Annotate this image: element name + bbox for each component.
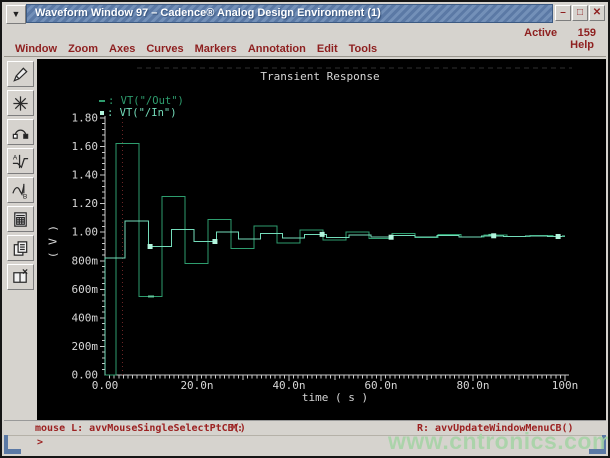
window-title: Waveform Window 97 – Cadence® Analog Des… [27,5,552,22]
series-in[interactable] [105,221,565,375]
prompt-label: > [37,437,43,448]
chevron-down-icon: ▼ [12,9,21,19]
trace-hop-button[interactable] [7,119,34,145]
marker-b-icon: B [11,181,30,200]
data-point-marker[interactable] [389,235,394,240]
title-bar-stripes[interactable]: Waveform Window 97 – Cadence® Analog Des… [26,4,553,23]
menu-item-help[interactable]: Help [570,39,594,51]
y-tick-label: 1.40 [72,169,99,182]
menu-item-markers[interactable]: Markers [195,43,237,55]
plot-title: Transient Response [37,70,603,83]
menu-item-zoom[interactable]: Zoom [68,43,98,55]
data-point-marker[interactable] [320,232,325,237]
minimize-button[interactable]: – [555,5,571,21]
legend-label: : VT("/In") [107,107,177,119]
copy-window-button[interactable] [7,235,34,261]
close-icon: ✕ [593,7,601,18]
left-toolbar: AB [4,58,37,421]
y-axis-label: ( V ) [47,214,60,270]
series-out[interactable] [105,144,565,375]
active-status-row: Active 159 [4,23,606,39]
vertical-marker-a-button[interactable]: A [7,148,34,174]
dash-marker-icon [99,100,105,102]
calculator-icon [11,210,30,229]
star-icon [11,94,30,113]
horizontal-marker-b-button[interactable]: B [7,177,34,203]
data-point-marker[interactable] [556,234,561,239]
subwindow-icon [11,268,30,287]
maximize-button[interactable]: □ [572,5,588,21]
y-tick-label: 1.60 [72,140,99,153]
waveform-window: ▼ Waveform Window 97 – Cadence® Analog D… [0,0,610,458]
split-window-button[interactable] [7,264,34,290]
y-tick-label: 1.00 [72,226,99,239]
menu-item-window[interactable]: Window [15,43,57,55]
menu-item-annotation[interactable]: Annotation [248,43,306,55]
probe-pen-button[interactable] [7,61,34,87]
pen-icon [11,65,30,84]
menu-item-curves[interactable]: Curves [146,43,183,55]
plot-area[interactable]: 0.00200m400m600m800m1.001.201.401.601.80… [37,59,606,421]
data-point-marker[interactable] [212,239,217,244]
calculator-button[interactable] [7,206,34,232]
status-mouse-left: mouse L: avvMouseSingleSelectPtCB() [35,423,246,434]
copy-icon [11,239,30,258]
status-mouse-middle: M: [231,423,243,434]
y-tick-label: 400m [72,311,99,324]
menu-item-tools[interactable]: Tools [349,43,378,55]
svg-text:A: A [13,154,18,161]
maximize-icon: □ [577,7,583,18]
y-tick-label: 1.80 [72,111,99,124]
data-point-marker[interactable] [148,244,153,249]
watermark: www.cntronics.com [388,428,610,455]
active-label: Active [524,27,557,39]
data-point-marker[interactable] [148,295,154,297]
y-tick-label: 800m [72,254,99,267]
arc-markers-icon [11,123,30,142]
menu-item-axes[interactable]: Axes [109,43,135,55]
legend-entry-in: : VT("/In") [99,108,184,120]
y-tick-label: 200m [72,340,99,353]
main-area: AB 0.00200m400m600m800m1.001.201.401.601… [4,56,606,421]
y-tick-label: 1.20 [72,197,99,210]
data-point-marker[interactable] [491,233,496,238]
svg-text:B: B [23,193,28,199]
minimize-icon: – [560,7,566,18]
window-menu-button[interactable]: ▼ [6,5,26,24]
menu-items: Window Zoom Axes Curves Markers Annotation Edi… [4,39,377,56]
zoom-star-button[interactable] [7,90,34,116]
window-controls: – □ ✕ [554,4,606,23]
square-marker-icon [100,111,104,115]
resize-corner-left[interactable] [4,435,21,454]
title-bar[interactable]: ▼ Waveform Window 97 – Cadence® Analog D… [4,4,606,23]
menu-bar: Window Zoom Axes Curves Markers Annotation Edi… [4,39,606,56]
marker-a-icon: A [11,152,30,171]
legend: : VT("/Out"): VT("/In") [99,96,184,119]
legend-label: : VT("/Out") [108,95,184,107]
y-tick-label: 600m [72,283,99,296]
active-count: 159 [578,27,596,39]
x-axis-label: time ( s ) [105,391,565,404]
menu-item-edit[interactable]: Edit [317,43,338,55]
close-button[interactable]: ✕ [589,5,605,21]
